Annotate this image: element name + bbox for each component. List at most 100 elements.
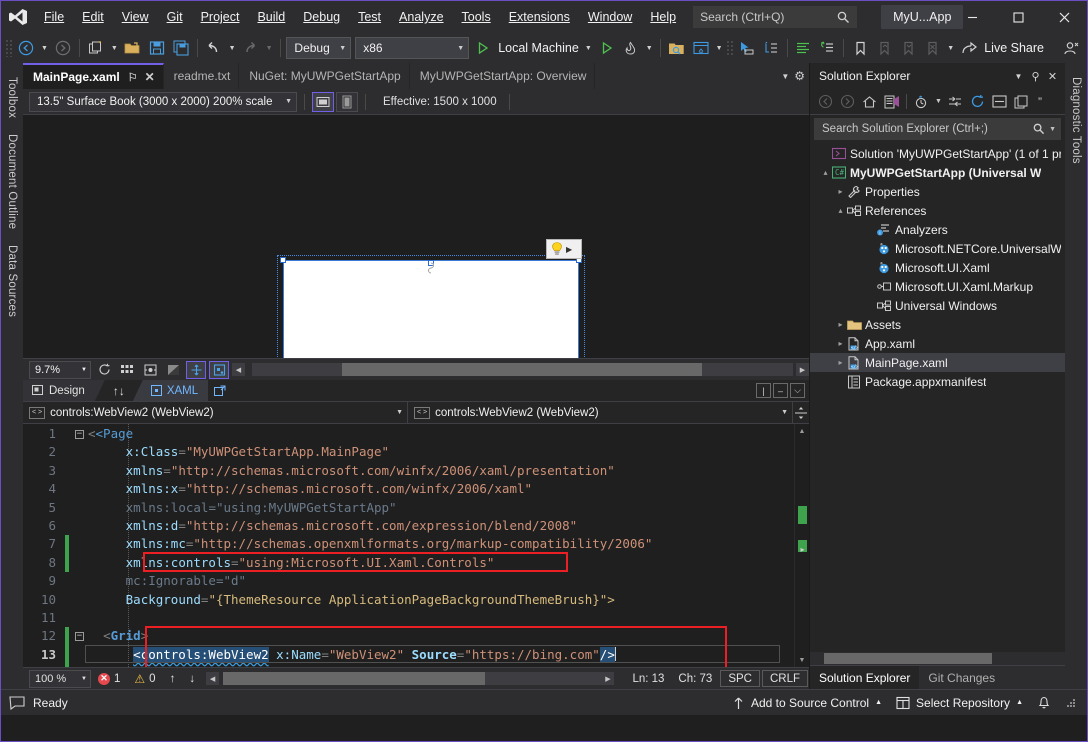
quick-actions-lightbulb[interactable]: ▶: [546, 239, 582, 259]
expander[interactable]: ▸: [834, 187, 847, 196]
editor-scroll-left-icon[interactable]: ◀: [206, 672, 219, 685]
window-layout-icon[interactable]: [689, 36, 713, 60]
expander[interactable]: ▸: [834, 358, 847, 367]
toolbar-grip-2[interactable]: [726, 40, 733, 56]
live-visual-tree-icon[interactable]: [759, 36, 783, 60]
error-count[interactable]: ✕ 1: [91, 673, 127, 685]
live-share-label[interactable]: Live Share: [981, 36, 1047, 60]
line-ending-indicator[interactable]: CRLF: [762, 670, 808, 687]
open-file-icon[interactable]: [121, 36, 145, 60]
tree-item-package-appxmanifest[interactable]: Package.appxmanifest: [810, 372, 1065, 391]
pin-panel-icon[interactable]: ⚲: [1027, 70, 1044, 83]
tab-git-changes[interactable]: Git Changes: [919, 666, 1004, 689]
tab-list-dropdown-icon[interactable]: ▼: [781, 72, 789, 81]
xaml-code-editor[interactable]: 1 − <<Page 2 x:Class="MyUWPGetStartApp.M…: [23, 424, 809, 667]
notifications-button[interactable]: [1037, 695, 1051, 710]
new-project-icon[interactable]: [84, 36, 108, 60]
orientation-landscape-toggle[interactable]: [312, 92, 334, 112]
redo-dropdown[interactable]: ▼: [263, 36, 276, 60]
next-issue-button[interactable]: ↓: [182, 673, 202, 685]
hot-reload-dropdown[interactable]: ▼: [643, 36, 656, 60]
gear-icon[interactable]: ⚙: [794, 69, 805, 83]
document-tab-mainpage-xaml[interactable]: MainPage.xaml ⚐ ✕: [23, 63, 164, 89]
indentation-indicator[interactable]: SPC: [720, 670, 760, 687]
bookmark-overflow-dropdown[interactable]: ▼: [944, 36, 957, 60]
solution-scroll-thumb[interactable]: [824, 653, 992, 664]
show-grid-icon[interactable]: [117, 361, 137, 379]
back-arrow-icon[interactable]: [815, 91, 836, 112]
close-button[interactable]: [1041, 1, 1087, 33]
toggle-bookmark-icon[interactable]: [848, 36, 872, 60]
fold-toggle[interactable]: −: [73, 425, 86, 443]
solution-explorer-horizontal-scrollbar[interactable]: [810, 652, 1065, 665]
tree-item-xaml-markup-assembly[interactable]: Microsoft.UI.Xaml.Markup: [810, 277, 1065, 296]
document-tab-nuget[interactable]: NuGet: MyUWPGetStartApp: [239, 63, 409, 89]
expander[interactable]: ▴: [834, 206, 847, 215]
margin-chain-top-icon[interactable]: [426, 262, 440, 273]
orientation-portrait-toggle[interactable]: [336, 92, 358, 112]
properties-window-icon[interactable]: [989, 91, 1010, 112]
tree-item-ui-xaml-package[interactable]: Microsoft.UI.Xaml: [810, 258, 1065, 277]
pin-tab-icon[interactable]: ⚐: [128, 71, 138, 84]
tree-item-netcore-package[interactable]: Microsoft.NETCore.UniversalW: [810, 239, 1065, 258]
select-repository-button[interactable]: Select Repository ▲: [896, 696, 1023, 710]
solution-explorer-search-input[interactable]: Search Solution Explorer (Ctrl+;) ▼: [814, 118, 1061, 140]
tree-item-properties[interactable]: ▸ Properties: [810, 182, 1065, 201]
warning-count[interactable]: ⚠ 0: [127, 672, 162, 686]
undo-dropdown[interactable]: ▼: [226, 36, 239, 60]
tree-item-project[interactable]: ▴ C# MyUWPGetStartApp (Universal W: [810, 163, 1065, 182]
menu-tools[interactable]: Tools: [453, 1, 500, 33]
editor-horizontal-scrollbar[interactable]: [223, 672, 601, 685]
menu-view[interactable]: View: [113, 1, 158, 33]
navbar-member-combo[interactable]: < > controls:WebView2 (WebView2) ▼: [408, 402, 793, 423]
tree-item-solution[interactable]: Solution 'MyUWPGetStartApp' (1 of 1 pr: [810, 144, 1065, 163]
refresh-icon[interactable]: [967, 91, 988, 112]
pop-out-xaml-icon[interactable]: [208, 380, 232, 401]
search-options-dropdown-icon[interactable]: ▼: [1045, 126, 1056, 133]
live-share-icon[interactable]: [957, 36, 981, 60]
designer-scroll-thumb[interactable]: [342, 363, 702, 376]
start-debug-play-icon[interactable]: [471, 36, 495, 60]
device-preview-icon[interactable]: [209, 361, 229, 379]
code-lines[interactable]: 1 − <<Page 2 x:Class="MyUWPGetStartApp.M…: [23, 424, 794, 667]
menu-project[interactable]: Project: [192, 1, 249, 33]
solution-tree[interactable]: Solution 'MyUWPGetStartApp' (1 of 1 pr ▴…: [810, 143, 1065, 652]
menu-edit[interactable]: Edit: [73, 1, 113, 33]
tree-item-app-xaml[interactable]: ▸ </> App.xaml: [810, 334, 1065, 353]
window-layout-dropdown[interactable]: ▼: [713, 36, 726, 60]
debug-target-dropdown[interactable]: ▼: [582, 36, 595, 60]
menu-debug[interactable]: Debug: [294, 1, 349, 33]
feedback-person-icon[interactable]: [1059, 36, 1083, 60]
maximize-button[interactable]: [995, 1, 1041, 33]
feedback-button[interactable]: [1065, 697, 1077, 709]
redo-icon[interactable]: [239, 36, 263, 60]
start-without-debugging-icon[interactable]: [595, 36, 619, 60]
menu-test[interactable]: Test: [349, 1, 390, 33]
menu-file[interactable]: File: [35, 1, 73, 33]
menu-window[interactable]: Window: [579, 1, 641, 33]
tab-solution-explorer[interactable]: Solution Explorer: [810, 666, 919, 689]
solution-platform-combo[interactable]: x86 ▼: [355, 37, 469, 59]
hot-reload-icon[interactable]: [619, 36, 643, 60]
tree-item-mainpage-xaml[interactable]: ▸ </> MainPage.xaml: [810, 353, 1065, 372]
undo-icon[interactable]: [202, 36, 226, 60]
forward-arrow-icon[interactable]: [837, 91, 858, 112]
navbar-type-combo[interactable]: < > controls:WebView2 (WebView2) ▼: [23, 402, 408, 423]
previous-issue-button[interactable]: ↑: [163, 673, 183, 685]
close-panel-icon[interactable]: ✕: [1044, 70, 1061, 83]
tab-xaml[interactable]: XAML: [133, 380, 208, 401]
designer-scroll-right-icon[interactable]: ▶: [796, 363, 809, 376]
tree-item-assets[interactable]: ▸ Assets: [810, 315, 1065, 334]
tab-design[interactable]: Design: [23, 380, 105, 401]
sidebar-tab-document-outline[interactable]: Document Outline: [3, 126, 21, 237]
sidebar-tab-toolbox[interactable]: Toolbox: [3, 69, 21, 126]
split-vertical-button[interactable]: |: [756, 383, 771, 398]
new-project-dropdown[interactable]: ▼: [108, 36, 121, 60]
uncomment-lines-icon[interactable]: [815, 36, 839, 60]
menu-analyze[interactable]: Analyze: [390, 1, 452, 33]
designer-scroll-left-icon[interactable]: ◀: [232, 363, 245, 376]
swap-panes-icon[interactable]: ↑↓: [105, 380, 133, 401]
effects-rendering-icon[interactable]: [163, 361, 183, 379]
refresh-designer-icon[interactable]: [94, 361, 114, 379]
open-folder-search-icon[interactable]: [665, 36, 689, 60]
